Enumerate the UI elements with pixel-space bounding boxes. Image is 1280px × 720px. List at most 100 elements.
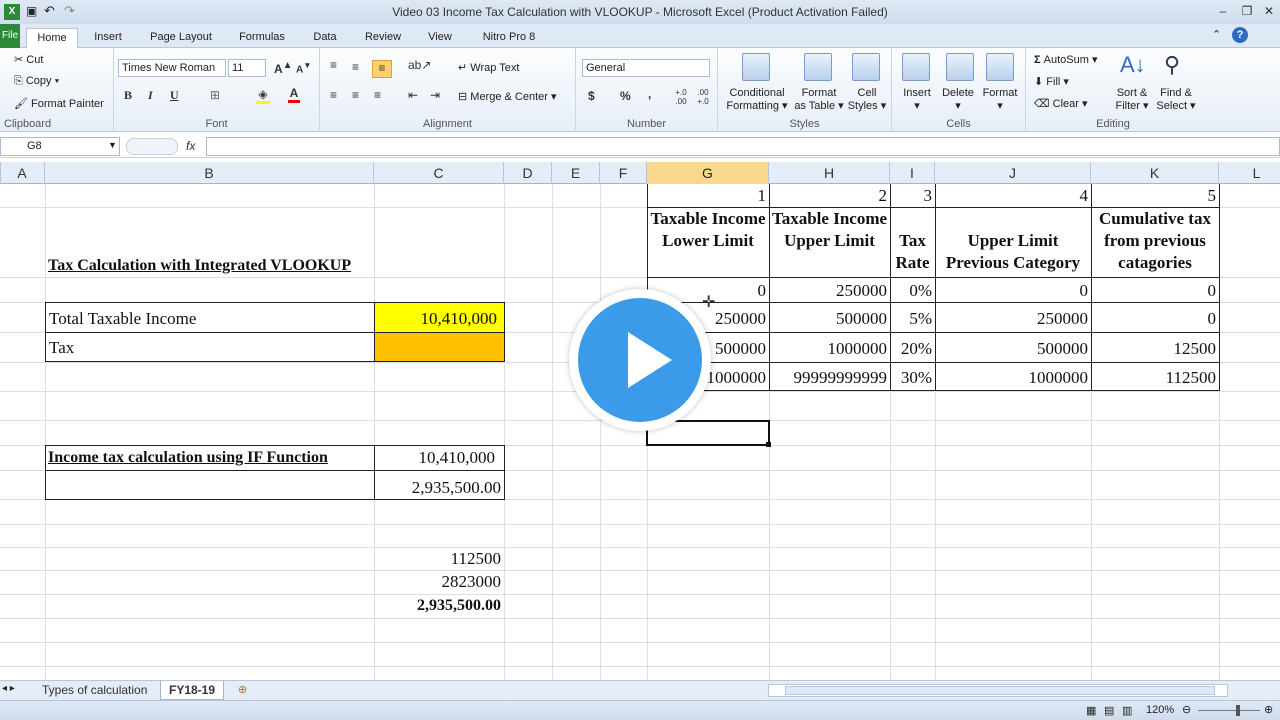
normal-view-icon[interactable]: ▦ [1086,704,1096,717]
table-cell[interactable]: 0% [890,281,935,301]
clear-button[interactable]: ⌫ Clear ▾ [1034,97,1088,110]
horizontal-scrollbar[interactable] [768,684,1228,697]
column-header-i[interactable]: I [890,162,935,184]
table-cell[interactable]: 0 [1091,281,1219,301]
align-center-icon[interactable]: ≡ [352,88,359,102]
fill-button[interactable]: ⬇ Fill ▾ [1034,75,1069,88]
align-middle-icon[interactable]: ≡ [352,60,359,74]
currency-button[interactable]: $ [588,89,595,103]
column-header-h[interactable]: H [769,162,890,184]
table-cell[interactable]: 1000000 [769,339,890,359]
table-cell[interactable]: 30% [890,368,935,388]
grow-font-icon[interactable]: A▲ [274,60,293,76]
worksheet-grid[interactable]: Tax Calculation with Integrated VLOOKUP … [0,184,1280,680]
page-break-view-icon[interactable]: ▥ [1122,704,1132,717]
tab-file[interactable]: File [0,24,20,48]
column-header-d[interactable]: D [504,162,552,184]
font-color-button[interactable]: A [288,86,300,103]
tax-label-cell[interactable] [45,332,375,362]
table-cell[interactable]: 0 [935,281,1091,301]
tab-data[interactable]: Data [306,28,344,48]
column-header-f[interactable]: F [600,162,647,184]
format-as-table-button[interactable]: Format as Table ▾ [792,87,846,113]
video-play-button[interactable] [569,289,711,431]
tax-value-cell[interactable] [374,332,505,362]
insert-sheet-icon[interactable]: ⊕ [238,683,247,696]
table-cell[interactable]: 12500 [1091,339,1219,359]
column-header-l[interactable]: L [1219,162,1280,184]
table-cell[interactable]: 250000 [935,309,1091,329]
copy-button[interactable]: ⎘ Copy ▾ [14,75,59,88]
column-header-a[interactable]: A [0,162,45,184]
table-cell[interactable]: 5% [890,309,935,329]
format-cells-icon[interactable] [986,53,1014,81]
table-cell[interactable]: 1000000 [935,368,1091,388]
sheet-nav-icon[interactable]: ◂ ▸ [2,683,15,694]
bold-button[interactable]: B [124,88,132,103]
increase-indent-icon[interactable]: ⇥ [430,88,440,102]
sort-filter-icon[interactable]: A↓ [1120,52,1146,78]
fill-color-icon[interactable]: ◈ [256,87,270,104]
table-cell[interactable]: 99999999999 [769,368,890,388]
column-header-c[interactable]: C [374,162,504,184]
percent-button[interactable]: % [620,89,631,103]
align-right-icon[interactable]: ≡ [374,88,381,102]
font-name-select[interactable]: Times New Roman [118,59,226,77]
tab-review[interactable]: Review [358,28,408,48]
find-select-button[interactable]: Find & Select ▾ [1154,87,1198,113]
decrease-decimal-button[interactable]: .00 +.0 [694,88,712,106]
delete-cells-button[interactable]: Delete ▾ [940,87,976,113]
format-cells-button[interactable]: Format ▾ [980,87,1020,113]
wrap-text-button[interactable]: ↵ Wrap Text [458,61,519,74]
column-header-j[interactable]: J [935,162,1091,184]
sort-filter-button[interactable]: Sort & Filter ▾ [1112,87,1152,113]
align-left-icon[interactable]: ≡ [330,88,337,102]
zoom-slider-thumb[interactable] [1236,705,1240,716]
sheet-tab-types[interactable]: Types of calculation [34,681,155,700]
conditional-formatting-icon[interactable] [742,53,770,81]
column-header-g[interactable]: G [647,162,769,184]
name-box[interactable]: G8 [0,137,120,156]
decrease-indent-icon[interactable]: ⇤ [408,88,418,102]
borders-icon[interactable]: ⊞ [210,88,220,102]
fill-handle[interactable] [766,442,771,447]
help-icon[interactable]: ? [1232,27,1248,43]
cell-styles-button[interactable]: Cell Styles ▾ [846,87,888,113]
table-cell[interactable]: 0 [1091,309,1219,329]
cell-styles-icon[interactable] [852,53,880,81]
tab-nitro[interactable]: Nitro Pro 8 [474,28,544,48]
delete-cells-icon[interactable] [946,53,974,81]
close-button[interactable]: ✕ [1258,2,1280,20]
italic-button[interactable]: I [148,88,153,103]
ribbon-minimize-icon[interactable]: ⌃ [1212,28,1221,41]
zoom-slider[interactable] [1198,710,1260,711]
insert-function-button[interactable]: fx [186,139,195,153]
font-size-select[interactable]: 11 [228,59,266,77]
tab-page-layout[interactable]: Page Layout [142,28,220,48]
zoom-out-icon[interactable]: ⊖ [1182,703,1191,716]
column-header-e[interactable]: E [552,162,600,184]
zoom-in-icon[interactable]: ⊕ [1264,703,1273,716]
page-layout-view-icon[interactable]: ▤ [1104,704,1114,717]
underline-button[interactable]: U [170,88,179,103]
cut-button[interactable]: ✂ Cut [14,53,43,66]
number-format-select[interactable]: General [582,59,710,77]
if-blank-cell[interactable] [45,470,375,500]
tab-view[interactable]: View [420,28,460,48]
zoom-level[interactable]: 120% [1146,704,1174,716]
table-cell[interactable]: 112500 [1091,368,1219,388]
align-top-icon[interactable]: ≡ [330,58,337,72]
table-cell[interactable]: 500000 [935,339,1091,359]
column-header-b[interactable]: B [45,162,374,184]
table-cell[interactable]: 500000 [769,309,890,329]
name-box-dropdown-icon[interactable]: ▼ [108,140,117,150]
tab-home[interactable]: Home [26,28,78,49]
tab-insert[interactable]: Insert [86,28,130,48]
column-header-k[interactable]: K [1091,162,1219,184]
scrollbar-thumb[interactable] [785,686,1215,695]
tab-formulas[interactable]: Formulas [232,28,292,48]
table-cell[interactable]: 20% [890,339,935,359]
minimize-button[interactable]: – [1212,2,1234,20]
merge-center-button[interactable]: ⊟ Merge & Center ▾ [458,90,557,103]
format-painter-button[interactable]: 🖌 Format Painter [14,97,104,110]
